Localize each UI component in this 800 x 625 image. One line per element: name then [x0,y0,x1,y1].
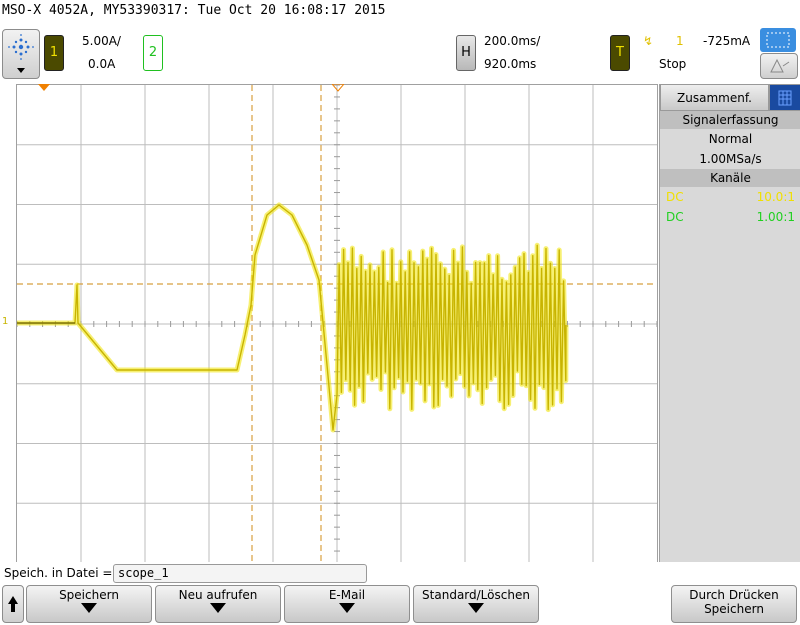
agilent-logo-icon [8,34,34,73]
file-label: Speich. in Datei = [4,566,113,580]
down-arrow-icon [339,603,355,613]
side-panel: Zusammenf. Signalerfassung Normal 1.00MS… [659,84,800,562]
screen-icon [766,32,790,48]
channel-1-probe: 10.0:1 [756,190,795,204]
waveform-display[interactable] [16,84,658,564]
waveform-grid [16,84,658,564]
delta-icon [770,58,790,73]
window-title: MSO-X 4052A, MY53390317: Tue Oct 20 16:0… [2,3,386,18]
channel-2-coupling: DC [666,210,684,224]
agilent-logo-button[interactable] [2,29,40,79]
run-status: Stop [659,57,687,71]
sample-rate: 1.00MSa/s [699,152,762,166]
ch1-offset: 0.0A [88,57,116,71]
channel-2-button[interactable]: 2 [143,35,163,71]
trigger-button[interactable]: T [610,35,630,71]
email-softkey-label: E-Mail [328,588,366,602]
channel-1-row: DC 10.0:1 [660,187,800,207]
trigger-slope-icon: ↯ [643,34,654,48]
trigger-position-marker-icon [38,84,50,91]
delay-value: 920.0ms [484,57,537,71]
ch1-scale: 5.00A/ [82,34,121,48]
horizontal-button[interactable]: H [456,35,476,71]
display-mode-button[interactable] [760,28,796,52]
grid-icon [778,90,792,106]
channel-2-probe: 1.00:1 [756,210,795,224]
email-softkey[interactable]: E-Mail [284,585,410,623]
acquisition-mode: Normal [708,132,753,146]
ch1-ground-marker: 1 [2,316,9,327]
print-save-softkey[interactable]: Durch Drücken Speichern [671,585,797,623]
tab-summary[interactable]: Zusammenf. [660,84,769,111]
down-arrow-icon [468,603,484,613]
print-save-line1: Durch Drücken [689,588,779,602]
measure-button[interactable] [760,53,798,79]
channel-1-button[interactable]: 1 [44,35,64,71]
save-softkey-label: Speichern [59,588,119,602]
up-arrow-icon [8,596,18,612]
trigger-source: 1 [676,34,684,48]
timebase-value: 200.0ms/ [484,34,541,48]
save-softkey[interactable]: Speichern [26,585,152,623]
acquisition-header: Signalerfassung [660,111,800,129]
trigger-level: -725mA [703,34,751,48]
back-button[interactable] [2,585,24,623]
channel-2-row: DC 1.00:1 [660,207,800,227]
default-clear-softkey[interactable]: Standard/Löschen [413,585,539,623]
recall-softkey[interactable]: Neu aufrufen [155,585,281,623]
channel-1-coupling: DC [666,190,684,204]
channels-header: Kanäle [660,169,800,187]
delay-marker-icon [332,84,344,92]
recall-softkey-label: Neu aufrufen [178,588,258,602]
down-arrow-icon [210,603,226,613]
default-clear-softkey-label: Standard/Löschen [422,588,530,602]
down-arrow-icon [81,603,97,613]
file-name-field[interactable]: scope_1 [113,564,367,583]
panel-menu-button[interactable] [769,84,800,111]
print-save-line2: Speichern [704,602,764,616]
